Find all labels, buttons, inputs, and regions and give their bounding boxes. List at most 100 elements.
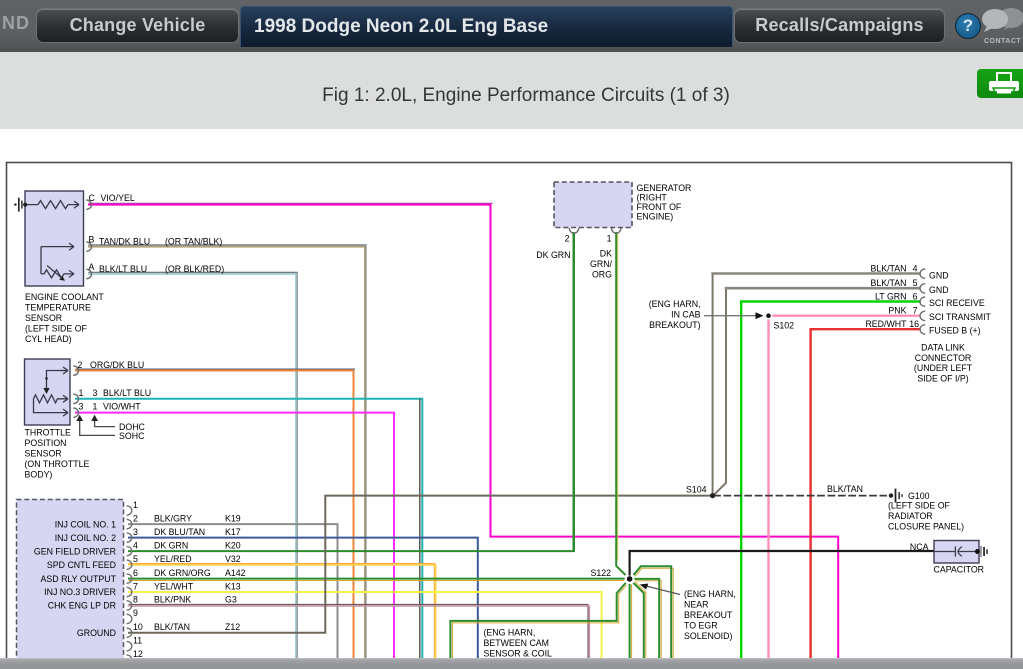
svg-text:16: 16 xyxy=(909,319,919,329)
svg-text:INJ COIL NO. 2: INJ COIL NO. 2 xyxy=(55,533,116,543)
svg-text:1: 1 xyxy=(607,234,612,244)
svg-text:GRN/: GRN/ xyxy=(590,259,613,269)
svg-text:BREAKOUT: BREAKOUT xyxy=(684,610,733,620)
svg-text:(ON THROTTLE: (ON THROTTLE xyxy=(25,459,90,469)
svg-text:SIDE OF I/P): SIDE OF I/P) xyxy=(917,373,968,383)
svg-text:(OR BLK/RED): (OR BLK/RED) xyxy=(165,264,224,274)
svg-text:CHK ENG LP DR: CHK ENG LP DR xyxy=(48,601,116,611)
svg-text:BLK/LT BLU: BLK/LT BLU xyxy=(103,388,151,398)
svg-text:K19: K19 xyxy=(225,514,241,524)
svg-text:SENSOR: SENSOR xyxy=(25,313,62,323)
svg-text:TO EGR: TO EGR xyxy=(684,621,718,631)
svg-text:DATA LINK: DATA LINK xyxy=(921,343,965,353)
svg-text:(LEFT SIDE OF: (LEFT SIDE OF xyxy=(25,324,88,334)
svg-text:SCI TRANSMIT: SCI TRANSMIT xyxy=(929,312,992,322)
svg-text:PNK: PNK xyxy=(888,306,906,316)
svg-text:GND: GND xyxy=(929,271,949,281)
svg-text:BLK/LT BLU: BLK/LT BLU xyxy=(99,264,147,274)
svg-text:DK GRN/ORG: DK GRN/ORG xyxy=(154,568,211,578)
svg-text:ORG/DK BLU: ORG/DK BLU xyxy=(90,360,144,370)
svg-text:BREAKOUT): BREAKOUT) xyxy=(649,320,700,330)
svg-text:VIO/YEL: VIO/YEL xyxy=(101,193,135,203)
svg-text:(UNDER LEFT: (UNDER LEFT xyxy=(914,363,973,373)
svg-text:9: 9 xyxy=(133,608,138,618)
svg-text:3: 3 xyxy=(93,388,98,398)
svg-text:SPD CNTL FEED: SPD CNTL FEED xyxy=(47,560,116,570)
svg-text:BLK/TAN: BLK/TAN xyxy=(870,263,906,273)
svg-text:IN CAB: IN CAB xyxy=(671,310,700,320)
svg-text:SCI RECEIVE: SCI RECEIVE xyxy=(929,298,985,308)
svg-text:CYL HEAD): CYL HEAD) xyxy=(25,334,72,344)
svg-text:S104: S104 xyxy=(686,485,707,495)
svg-text:SENSOR & COIL: SENSOR & COIL xyxy=(484,649,553,659)
svg-text:INJ NO.3 DRIVER: INJ NO.3 DRIVER xyxy=(44,587,116,597)
svg-text:SOHC: SOHC xyxy=(119,431,145,441)
svg-text:G3: G3 xyxy=(225,595,237,605)
svg-text:GEN FIELD DRIVER: GEN FIELD DRIVER xyxy=(34,546,116,556)
svg-text:6: 6 xyxy=(133,568,138,578)
svg-text:SOLENOID): SOLENOID) xyxy=(684,631,732,641)
svg-text:2: 2 xyxy=(78,360,83,370)
svg-text:ENGINE COOLANT: ENGINE COOLANT xyxy=(25,292,104,302)
svg-text:SENSOR: SENSOR xyxy=(25,449,62,459)
svg-text:Z12: Z12 xyxy=(225,622,240,632)
svg-text:(ENG HARN,: (ENG HARN, xyxy=(684,589,736,599)
svg-text:TAN/DK BLU: TAN/DK BLU xyxy=(99,237,150,247)
svg-text:ASD RLY OUTPUT: ASD RLY OUTPUT xyxy=(41,574,117,584)
svg-text:DK GRN: DK GRN xyxy=(154,540,188,550)
svg-text:VIO/WHT: VIO/WHT xyxy=(103,402,141,412)
svg-text:GND: GND xyxy=(929,285,949,295)
svg-text:G100: G100 xyxy=(908,491,930,501)
svg-text:ENGINE): ENGINE) xyxy=(637,212,674,222)
svg-text:BETWEEN CAM: BETWEEN CAM xyxy=(484,638,550,648)
svg-text:V32: V32 xyxy=(225,554,241,564)
svg-text:(LEFT SIDE OF: (LEFT SIDE OF xyxy=(888,501,951,511)
svg-text:S122: S122 xyxy=(590,568,611,578)
svg-text:7: 7 xyxy=(133,581,138,591)
svg-text:GENERATOR: GENERATOR xyxy=(637,183,692,193)
svg-text:YEL/RED: YEL/RED xyxy=(154,554,192,564)
svg-text:THROTTLE: THROTTLE xyxy=(25,428,72,438)
svg-text:(OR TAN/BLK): (OR TAN/BLK) xyxy=(165,237,222,247)
svg-text:1: 1 xyxy=(93,402,98,412)
svg-text:10: 10 xyxy=(133,622,143,632)
svg-text:CLOSURE PANEL): CLOSURE PANEL) xyxy=(888,522,964,532)
svg-text:NCA: NCA xyxy=(910,542,929,552)
svg-text:BLK/TAN: BLK/TAN xyxy=(827,484,863,494)
svg-text:BODY): BODY) xyxy=(25,470,53,480)
svg-text:CAPACITOR: CAPACITOR xyxy=(934,565,985,575)
svg-text:FUSED B (+): FUSED B (+) xyxy=(929,326,981,336)
svg-text:(RIGHT: (RIGHT xyxy=(637,193,668,203)
svg-text:3: 3 xyxy=(133,527,138,537)
svg-text:DK: DK xyxy=(600,249,612,259)
svg-text:1: 1 xyxy=(133,500,138,510)
svg-text:C: C xyxy=(89,193,96,203)
svg-text:8: 8 xyxy=(133,595,138,605)
svg-text:GROUND: GROUND xyxy=(77,628,116,638)
svg-text:DK BLU/TAN: DK BLU/TAN xyxy=(154,527,205,537)
svg-text:YEL/WHT: YEL/WHT xyxy=(154,581,194,591)
svg-text:4: 4 xyxy=(133,540,138,550)
svg-text:RADIATOR: RADIATOR xyxy=(888,511,933,521)
svg-text:A142: A142 xyxy=(225,568,246,578)
svg-text:BLK/PNK: BLK/PNK xyxy=(154,595,191,605)
svg-text:BLK/TAN: BLK/TAN xyxy=(870,278,906,288)
svg-text:4: 4 xyxy=(913,263,918,273)
svg-text:7: 7 xyxy=(913,306,918,316)
svg-text:ORG: ORG xyxy=(592,270,612,280)
svg-text:6: 6 xyxy=(913,291,918,301)
svg-text:CONNECTOR: CONNECTOR xyxy=(915,353,972,363)
svg-text:BLK/GRY: BLK/GRY xyxy=(154,514,192,524)
svg-text:(ENG HARN,: (ENG HARN, xyxy=(484,628,536,638)
svg-text:NEAR: NEAR xyxy=(684,600,708,610)
svg-text:S102: S102 xyxy=(774,321,795,331)
svg-text:LT GRN: LT GRN xyxy=(875,291,906,301)
svg-text:TEMPERATURE: TEMPERATURE xyxy=(25,303,91,313)
svg-text:INJ COIL NO. 1: INJ COIL NO. 1 xyxy=(55,519,116,529)
svg-text:K13: K13 xyxy=(225,581,241,591)
svg-text:K17: K17 xyxy=(225,527,241,537)
svg-text:11: 11 xyxy=(133,635,142,645)
svg-text:BLK/TAN: BLK/TAN xyxy=(154,622,190,632)
svg-text:FRONT OF: FRONT OF xyxy=(637,202,682,212)
svg-text:1: 1 xyxy=(79,388,84,398)
